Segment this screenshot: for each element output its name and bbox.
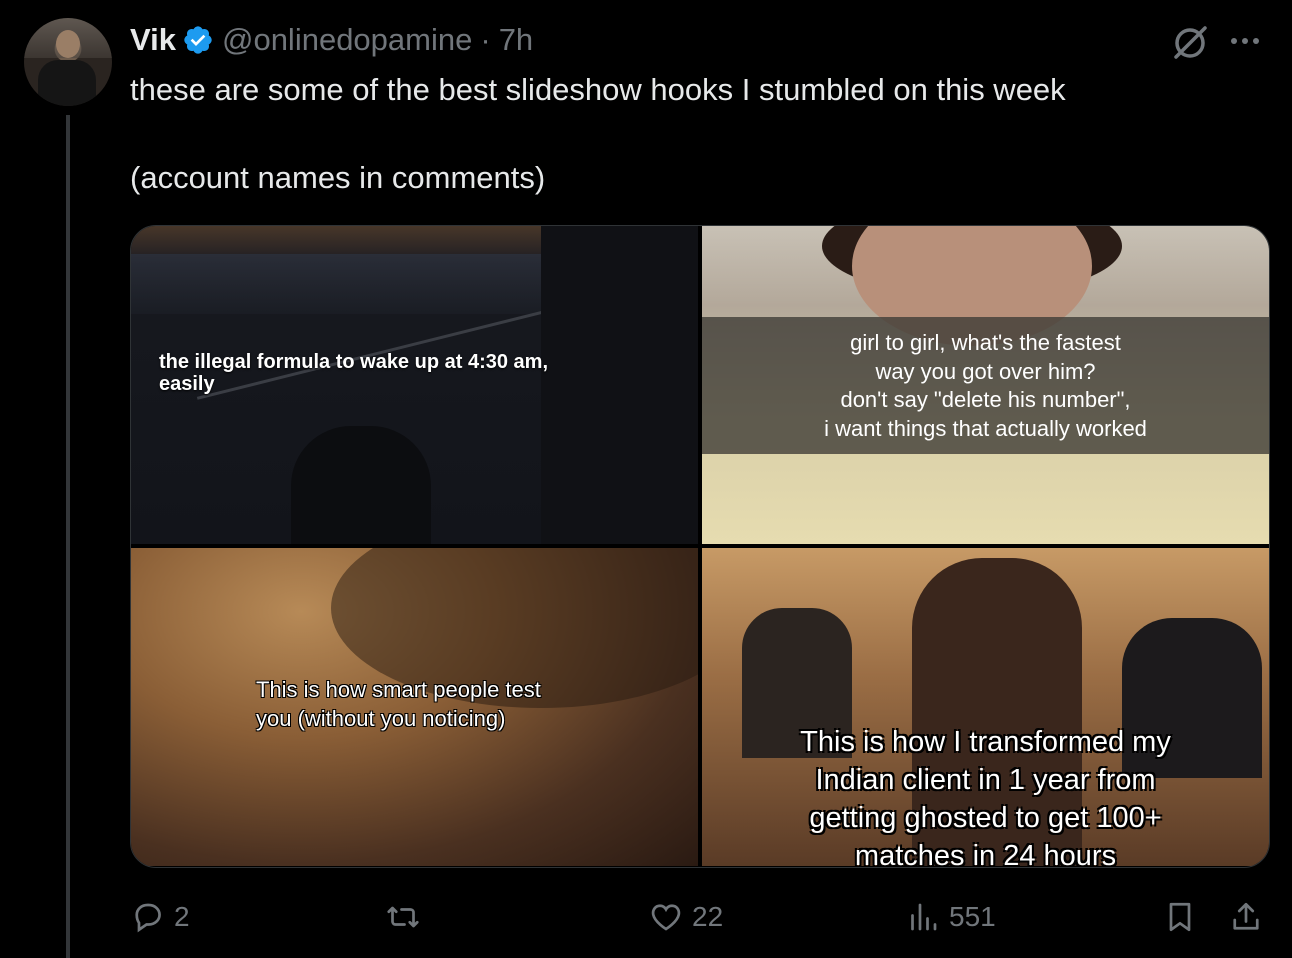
more-dot <box>1231 38 1237 44</box>
bookmark-button[interactable] <box>1162 895 1198 939</box>
more-dot <box>1253 38 1259 44</box>
reply-count: 2 <box>174 901 190 932</box>
caption-line: Indian client in 1 year from <box>815 764 1156 796</box>
author-handle[interactable]: @onlinedopamine <box>222 22 472 58</box>
share-icon <box>1233 902 1259 930</box>
share-button[interactable] <box>1228 895 1264 939</box>
action-bar: 2 22 551 <box>130 895 1270 939</box>
person-silhouette <box>291 426 431 544</box>
avatar-body <box>38 60 96 106</box>
caption-line: This is how I transformed my <box>800 726 1171 758</box>
bookmark-icon <box>1169 902 1191 932</box>
caption-line: girl to girl, what's the fastest <box>850 330 1121 355</box>
tweet-text-line: these are some of the best slideshow hoo… <box>130 72 1066 107</box>
tweet-header: Vik @onlinedopamine · 7h <box>130 20 533 60</box>
avatar[interactable] <box>24 18 112 106</box>
caption-line: way you got over him? <box>875 358 1096 384</box>
media-image-2[interactable]: girl to girl, what's the fastest way you… <box>702 226 1269 544</box>
media-image-4[interactable]: This is how I transformed my Indian clie… <box>702 548 1269 866</box>
separator: · <box>480 22 491 57</box>
views-button[interactable]: 551 <box>905 895 996 939</box>
view-count: 551 <box>949 901 996 932</box>
more-dot <box>1242 38 1248 44</box>
views-icon <box>911 903 937 931</box>
media-grid: the illegal formula to wake up at 4:30 a… <box>130 225 1270 868</box>
tweet-text: these are some of the best slideshow hoo… <box>130 68 1250 200</box>
media-caption: This is how smart people test you (witho… <box>256 675 636 733</box>
heart-icon <box>651 904 681 931</box>
caption-line: don't say "delete his number", <box>840 387 1131 412</box>
reply-button[interactable]: 2 <box>130 895 190 939</box>
thread-line <box>66 115 70 958</box>
caption-line: matches in 24 hours <box>854 840 1117 866</box>
like-count: 22 <box>692 901 724 932</box>
media-caption: This is how I transformed my Indian clie… <box>742 723 1229 866</box>
caption-line: i want things that actually worked <box>824 415 1147 441</box>
avatar-head <box>56 30 80 58</box>
grok-icon[interactable] <box>1168 20 1212 64</box>
tweet-text-line: (account names in comments) <box>130 160 546 195</box>
caption-line: you (without you noticing) <box>256 706 506 731</box>
timestamp[interactable]: 7h <box>499 22 533 58</box>
caption-line: This is how smart people test <box>256 677 541 702</box>
retweet-icon <box>387 906 419 928</box>
media-caption: girl to girl, what's the fastest way you… <box>722 329 1249 443</box>
media-image-3[interactable]: This is how smart people test you (witho… <box>131 548 698 866</box>
reply-icon <box>135 903 161 933</box>
author-name[interactable]: Vik <box>130 22 176 58</box>
like-button[interactable]: 22 <box>648 895 723 939</box>
media-image-1[interactable]: the illegal formula to wake up at 4:30 a… <box>131 226 698 544</box>
more-horizontal-icon[interactable] <box>1222 24 1268 58</box>
verified-badge-icon[interactable] <box>182 24 214 56</box>
retweet-button[interactable] <box>385 895 429 939</box>
media-caption: the illegal formula to wake up at 4:30 a… <box>159 351 548 395</box>
caption-line: getting ghosted to get 100+ <box>809 802 1162 834</box>
